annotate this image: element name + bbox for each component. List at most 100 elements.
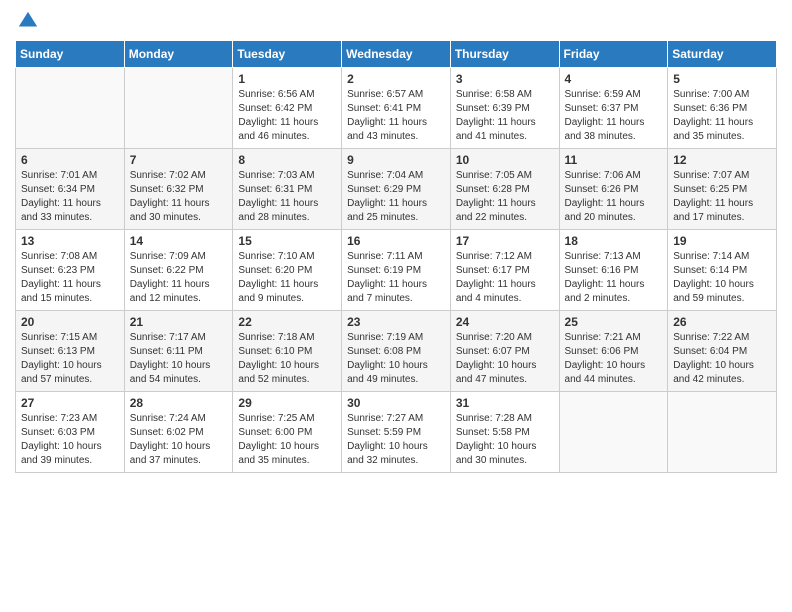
day-info: Sunrise: 7:14 AMSunset: 6:14 PMDaylight:… (673, 250, 771, 306)
calendar-cell: 30Sunrise: 7:27 AMSunset: 5:59 PMDayligh… (342, 392, 451, 473)
calendar-cell (16, 68, 125, 149)
day-number: 3 (456, 72, 554, 86)
day-info: Sunrise: 7:17 AMSunset: 6:11 PMDaylight:… (130, 331, 228, 387)
day-number: 21 (130, 315, 228, 329)
calendar-cell: 25 Sunrise: 7:21 AMSunset: 6:06 PMDayligh… (559, 311, 668, 392)
day-info: Sunrise: 7:25 AMSunset: 6:00 PMDaylight:… (238, 412, 336, 468)
day-info: Sunrise: 7:09 AMSunset: 6:22 PMDaylight:… (130, 250, 228, 306)
day-number: 9 (347, 153, 445, 167)
day-info: Sunrise: 7:05 AMSunset: 6:28 PMDaylight:… (456, 169, 554, 225)
calendar-cell: 7Sunrise: 7:02 AMSunset: 6:32 PMDaylight… (124, 149, 233, 230)
day-info: Sunrise: 7:13 AMSunset: 6:16 PMDaylight:… (565, 250, 663, 306)
day-number: 4 (565, 72, 663, 86)
calendar-cell: 20 Sunrise: 7:15 AMSunset: 6:13 PMDayligh… (16, 311, 125, 392)
day-number: 13 (21, 234, 119, 248)
weekday-header: Wednesday (342, 41, 451, 68)
day-info: Sunrise: 7:06 AMSunset: 6:26 PMDaylight:… (565, 169, 663, 225)
day-number: 20 (21, 315, 119, 329)
day-number: 5 (673, 72, 771, 86)
calendar-cell: 9 Sunrise: 7:04 AMSunset: 6:29 PMDaylight… (342, 149, 451, 230)
calendar-cell: 13Sunrise: 7:08 AMSunset: 6:23 PMDayligh… (16, 230, 125, 311)
day-number: 14 (130, 234, 228, 248)
calendar-cell: 22 Sunrise: 7:18 AMSunset: 6:10 PMDayligh… (233, 311, 342, 392)
weekday-header: Friday (559, 41, 668, 68)
day-info: Sunrise: 6:58 AMSunset: 6:39 PMDaylight:… (456, 88, 554, 144)
weekday-header: Thursday (450, 41, 559, 68)
day-info: Sunrise: 7:03 AMSunset: 6:31 PMDaylight:… (238, 169, 336, 225)
day-number: 16 (347, 234, 445, 248)
day-number: 25 (565, 315, 663, 329)
day-info: Sunrise: 7:15 AMSunset: 6:13 PMDaylight:… (21, 331, 119, 387)
day-number: 8 (238, 153, 336, 167)
day-info: Sunrise: 7:20 AMSunset: 6:07 PMDaylight:… (456, 331, 554, 387)
calendar-cell: 28 Sunrise: 7:24 AMSunset: 6:02 PMDayligh… (124, 392, 233, 473)
calendar-cell: 3 Sunrise: 6:58 AMSunset: 6:39 PMDaylight… (450, 68, 559, 149)
day-number: 29 (238, 396, 336, 410)
calendar-cell: 6 Sunrise: 7:01 AMSunset: 6:34 PMDaylight… (16, 149, 125, 230)
day-info: Sunrise: 7:27 AMSunset: 5:59 PMDaylight:… (347, 412, 445, 468)
page-header (15, 10, 777, 32)
day-number: 17 (456, 234, 554, 248)
weekday-header: Sunday (16, 41, 125, 68)
day-number: 24 (456, 315, 554, 329)
calendar-cell: 15 Sunrise: 7:10 AMSunset: 6:20 PMDayligh… (233, 230, 342, 311)
calendar-cell: 11 Sunrise: 7:06 AMSunset: 6:26 PMDayligh… (559, 149, 668, 230)
calendar-cell: 19 Sunrise: 7:14 AMSunset: 6:14 PMDayligh… (668, 230, 777, 311)
calendar-week-row: 20 Sunrise: 7:15 AMSunset: 6:13 PMDayligh… (16, 311, 777, 392)
day-number: 19 (673, 234, 771, 248)
day-number: 6 (21, 153, 119, 167)
calendar-week-row: 6 Sunrise: 7:01 AMSunset: 6:34 PMDaylight… (16, 149, 777, 230)
day-number: 10 (456, 153, 554, 167)
calendar-cell (559, 392, 668, 473)
day-number: 15 (238, 234, 336, 248)
calendar-week-row: 1Sunrise: 6:56 AMSunset: 6:42 PMDaylight… (16, 68, 777, 149)
logo-icon (17, 10, 39, 32)
day-number: 1 (238, 72, 336, 86)
day-info: Sunrise: 7:22 AMSunset: 6:04 PMDaylight:… (673, 331, 771, 387)
calendar-cell: 16Sunrise: 7:11 AMSunset: 6:19 PMDayligh… (342, 230, 451, 311)
day-info: Sunrise: 7:01 AMSunset: 6:34 PMDaylight:… (21, 169, 119, 225)
calendar-cell: 17Sunrise: 7:12 AMSunset: 6:17 PMDayligh… (450, 230, 559, 311)
calendar-week-row: 27 Sunrise: 7:23 AMSunset: 6:03 PMDayligh… (16, 392, 777, 473)
day-number: 28 (130, 396, 228, 410)
calendar-cell: 24 Sunrise: 7:20 AMSunset: 6:07 PMDayligh… (450, 311, 559, 392)
calendar-week-row: 13Sunrise: 7:08 AMSunset: 6:23 PMDayligh… (16, 230, 777, 311)
day-info: Sunrise: 6:57 AMSunset: 6:41 PMDaylight:… (347, 88, 445, 144)
day-info: Sunrise: 7:02 AMSunset: 6:32 PMDaylight:… (130, 169, 228, 225)
calendar-cell (668, 392, 777, 473)
day-info: Sunrise: 7:21 AMSunset: 6:06 PMDaylight:… (565, 331, 663, 387)
calendar-cell: 12Sunrise: 7:07 AMSunset: 6:25 PMDayligh… (668, 149, 777, 230)
day-info: Sunrise: 7:23 AMSunset: 6:03 PMDaylight:… (21, 412, 119, 468)
day-number: 12 (673, 153, 771, 167)
calendar-cell: 10 Sunrise: 7:05 AMSunset: 6:28 PMDayligh… (450, 149, 559, 230)
weekday-header: Saturday (668, 41, 777, 68)
day-info: Sunrise: 7:18 AMSunset: 6:10 PMDaylight:… (238, 331, 336, 387)
weekday-header: Tuesday (233, 41, 342, 68)
day-info: Sunrise: 7:19 AMSunset: 6:08 PMDaylight:… (347, 331, 445, 387)
day-number: 18 (565, 234, 663, 248)
calendar-cell (124, 68, 233, 149)
weekday-header: Monday (124, 41, 233, 68)
calendar-cell: 5Sunrise: 7:00 AMSunset: 6:36 PMDaylight… (668, 68, 777, 149)
day-number: 11 (565, 153, 663, 167)
calendar-cell: 1Sunrise: 6:56 AMSunset: 6:42 PMDaylight… (233, 68, 342, 149)
logo (15, 10, 39, 32)
weekday-header-row: SundayMondayTuesdayWednesdayThursdayFrid… (16, 41, 777, 68)
calendar-cell: 27 Sunrise: 7:23 AMSunset: 6:03 PMDayligh… (16, 392, 125, 473)
day-number: 23 (347, 315, 445, 329)
calendar-cell: 14 Sunrise: 7:09 AMSunset: 6:22 PMDayligh… (124, 230, 233, 311)
calendar-cell: 31Sunrise: 7:28 AMSunset: 5:58 PMDayligh… (450, 392, 559, 473)
calendar-cell: 29 Sunrise: 7:25 AMSunset: 6:00 PMDayligh… (233, 392, 342, 473)
day-number: 27 (21, 396, 119, 410)
calendar-cell: 4 Sunrise: 6:59 AMSunset: 6:37 PMDaylight… (559, 68, 668, 149)
calendar-cell: 2Sunrise: 6:57 AMSunset: 6:41 PMDaylight… (342, 68, 451, 149)
calendar-cell: 21 Sunrise: 7:17 AMSunset: 6:11 PMDayligh… (124, 311, 233, 392)
day-info: Sunrise: 7:04 AMSunset: 6:29 PMDaylight:… (347, 169, 445, 225)
calendar-cell: 26Sunrise: 7:22 AMSunset: 6:04 PMDayligh… (668, 311, 777, 392)
day-info: Sunrise: 7:24 AMSunset: 6:02 PMDaylight:… (130, 412, 228, 468)
day-info: Sunrise: 7:10 AMSunset: 6:20 PMDaylight:… (238, 250, 336, 306)
calendar-cell: 18 Sunrise: 7:13 AMSunset: 6:16 PMDayligh… (559, 230, 668, 311)
day-number: 22 (238, 315, 336, 329)
day-info: Sunrise: 6:59 AMSunset: 6:37 PMDaylight:… (565, 88, 663, 144)
day-info: Sunrise: 7:28 AMSunset: 5:58 PMDaylight:… (456, 412, 554, 468)
